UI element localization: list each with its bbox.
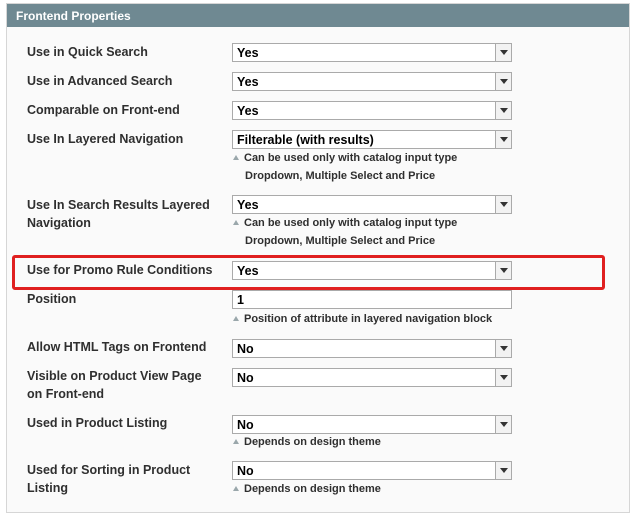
select-product-view[interactable]: No bbox=[232, 368, 512, 387]
chevron-down-icon[interactable] bbox=[495, 462, 511, 479]
select-advanced-search[interactable]: Yes bbox=[232, 72, 512, 91]
frontend-properties-fieldset: Frontend Properties Use in Quick Search … bbox=[6, 3, 630, 513]
select-html-tags[interactable]: No bbox=[232, 339, 512, 358]
select-value: Yes bbox=[237, 198, 259, 212]
note-line: Dropdown, Multiple Select and Price bbox=[245, 170, 436, 182]
select-value: Yes bbox=[237, 104, 259, 118]
fieldset-header: Frontend Properties bbox=[7, 4, 629, 27]
label-line: Used for Sorting in Product bbox=[27, 463, 191, 477]
select-value: No bbox=[237, 371, 254, 385]
select-value: Yes bbox=[237, 75, 259, 89]
chevron-down-icon[interactable] bbox=[495, 196, 511, 213]
triangle-up-icon bbox=[233, 316, 239, 321]
label-layered-navigation: Use In Layered Navigation bbox=[27, 132, 184, 146]
select-search-results-layered[interactable]: Yes bbox=[232, 195, 512, 214]
triangle-up-icon bbox=[233, 220, 239, 225]
chevron-down-icon[interactable] bbox=[495, 340, 511, 357]
note-line: Depends on design theme bbox=[244, 436, 381, 448]
select-value: No bbox=[237, 418, 254, 432]
chevron-down-icon[interactable] bbox=[495, 131, 511, 148]
select-value: No bbox=[237, 464, 254, 478]
label-line: Visible on Product View Page bbox=[27, 369, 202, 383]
select-sorting[interactable]: No bbox=[232, 461, 512, 480]
chevron-down-icon[interactable] bbox=[495, 416, 511, 433]
note-sorting: Depends on design theme bbox=[233, 480, 523, 498]
chevron-down-icon[interactable] bbox=[495, 44, 511, 61]
note-line: Can be used only with catalog input type bbox=[244, 152, 458, 164]
note-position: Position of attribute in layered navigat… bbox=[233, 310, 523, 328]
note-product-listing: Depends on design theme bbox=[233, 433, 523, 451]
label-product-view: Visible on Product View Page on Front-en… bbox=[27, 367, 227, 403]
label-line: Use In Search Results Layered bbox=[27, 198, 210, 212]
triangle-up-icon bbox=[233, 155, 239, 160]
chevron-down-icon[interactable] bbox=[495, 102, 511, 119]
highlight-box bbox=[12, 255, 605, 290]
label-position: Position bbox=[27, 292, 77, 306]
label-html-tags: Allow HTML Tags on Frontend bbox=[27, 340, 207, 354]
label-product-listing: Used in Product Listing bbox=[27, 416, 168, 430]
label-line: Navigation bbox=[27, 216, 91, 230]
note-search-results-layered: Can be used only with catalog input type… bbox=[233, 214, 523, 250]
triangle-up-icon bbox=[233, 439, 239, 444]
note-line: Can be used only with catalog input type bbox=[244, 217, 458, 229]
select-value: No bbox=[237, 342, 254, 356]
label-quick-search: Use in Quick Search bbox=[27, 45, 148, 59]
note-line: Dropdown, Multiple Select and Price bbox=[245, 235, 436, 247]
select-value: Filterable (with results) bbox=[237, 133, 374, 147]
select-comparable[interactable]: Yes bbox=[232, 101, 512, 120]
select-quick-search[interactable]: Yes bbox=[232, 43, 512, 62]
label-advanced-search: Use in Advanced Search bbox=[27, 74, 173, 88]
label-line: on Front-end bbox=[27, 387, 105, 401]
select-value: Yes bbox=[237, 46, 259, 60]
position-input[interactable]: 1 bbox=[232, 290, 512, 309]
label-comparable: Comparable on Front-end bbox=[27, 103, 180, 117]
note-line: Depends on design theme bbox=[244, 483, 381, 495]
label-search-results-layered: Use In Search Results Layered Navigation bbox=[27, 196, 227, 232]
note-layered-navigation: Can be used only with catalog input type… bbox=[233, 149, 523, 185]
select-layered-navigation[interactable]: Filterable (with results) bbox=[232, 130, 512, 149]
chevron-down-icon[interactable] bbox=[495, 73, 511, 90]
label-line: Listing bbox=[27, 481, 68, 495]
note-line: Position of attribute in layered navigat… bbox=[244, 313, 493, 325]
select-product-listing[interactable]: No bbox=[232, 415, 512, 434]
triangle-up-icon bbox=[233, 486, 239, 491]
label-sorting: Used for Sorting in Product Listing bbox=[27, 461, 227, 497]
chevron-down-icon[interactable] bbox=[495, 369, 511, 386]
